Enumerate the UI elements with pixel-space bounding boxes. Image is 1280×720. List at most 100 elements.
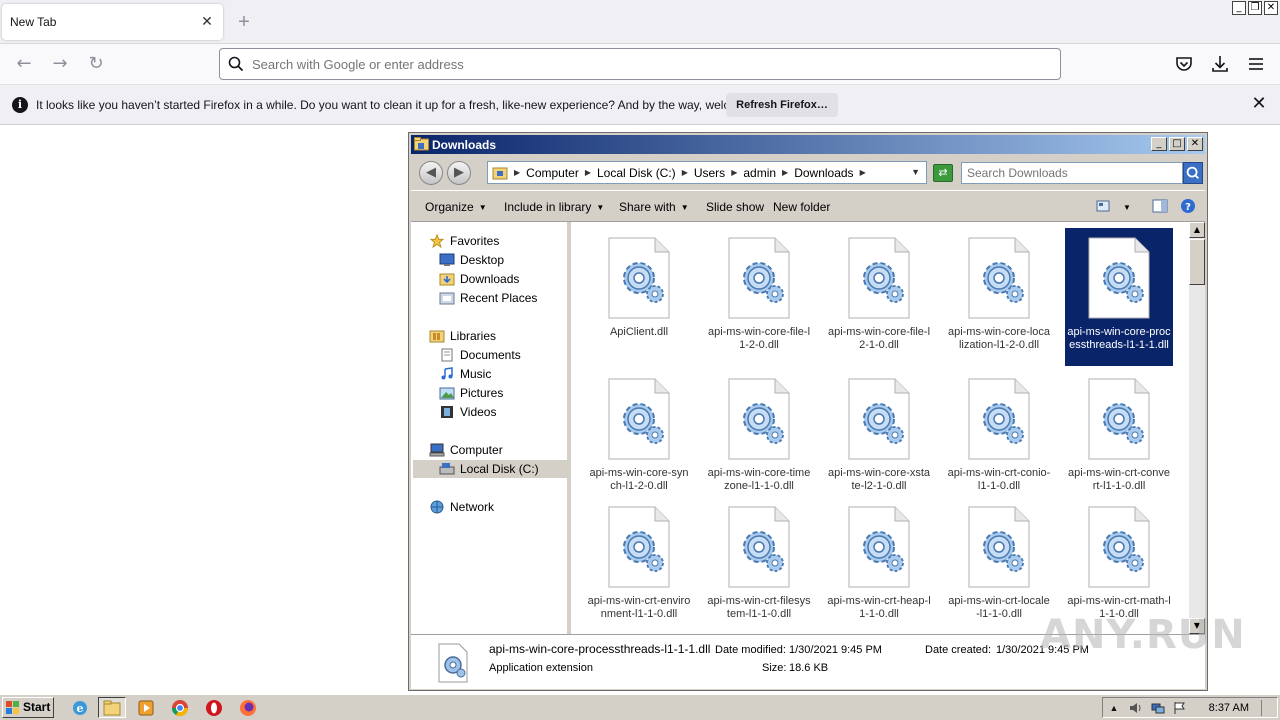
- nav-item-computer[interactable]: Computer: [429, 441, 503, 459]
- file-item[interactable]: api-ms-win-core-localization-l1-2-0.dll: [945, 228, 1053, 366]
- clock[interactable]: 8:37 AM: [1209, 702, 1249, 714]
- taskbar-firefox[interactable]: [234, 697, 262, 718]
- action-center-flag-icon[interactable]: [1173, 701, 1187, 715]
- tab-new-tab[interactable]: New Tab ✕: [2, 4, 223, 40]
- file-item[interactable]: ApiClient.dll: [585, 228, 693, 366]
- new-folder-button[interactable]: New folder: [773, 200, 830, 214]
- scroll-up-icon[interactable]: ▲: [1189, 222, 1205, 238]
- details-size-label: Size:: [762, 662, 787, 674]
- recent-places-icon: [439, 292, 455, 305]
- taskbar-chrome[interactable]: [166, 697, 194, 718]
- include-in-library-button[interactable]: Include in library ▼: [504, 200, 604, 214]
- volume-icon[interactable]: [1129, 701, 1143, 715]
- nav-item-network[interactable]: Network: [429, 498, 494, 516]
- preview-pane-icon[interactable]: [1151, 198, 1169, 214]
- chevron-right-icon[interactable]: ▶: [731, 168, 737, 177]
- chrome-icon: [171, 699, 189, 716]
- file-item[interactable]: api-ms-win-core-file-l2-1-0.dll: [825, 228, 933, 366]
- change-view-icon[interactable]: [1095, 198, 1113, 214]
- explorer-titlebar[interactable]: Downloads _ □ ✕: [411, 135, 1205, 154]
- notification-close-icon[interactable]: ✕: [1250, 95, 1268, 113]
- pocket-icon[interactable]: [1174, 54, 1194, 74]
- opera-icon: [206, 699, 222, 716]
- url-bar[interactable]: [219, 48, 1061, 80]
- explorer-forward-button[interactable]: ▶: [447, 161, 471, 185]
- taskbar-media-player[interactable]: [132, 697, 160, 718]
- nav-item-downloads[interactable]: Downloads: [439, 270, 519, 288]
- vertical-scrollbar[interactable]: ▲ ▼: [1189, 222, 1205, 634]
- refresh-go-button[interactable]: ⇄: [933, 164, 953, 182]
- nav-item-music[interactable]: Music: [439, 365, 491, 383]
- reload-icon[interactable]: ↻: [84, 52, 108, 76]
- help-icon[interactable]: ?: [1179, 198, 1197, 214]
- refresh-firefox-button[interactable]: Refresh Firefox…: [726, 93, 838, 117]
- breadcrumb-local-disk[interactable]: Local Disk (C:): [597, 166, 676, 180]
- nav-item-pictures[interactable]: Pictures: [439, 384, 503, 402]
- chevron-right-icon[interactable]: ▶: [585, 168, 591, 177]
- file-item[interactable]: api-ms-win-crt-conio-l1-1-0.dll: [945, 369, 1053, 507]
- organize-button[interactable]: Organize ▼: [425, 200, 487, 214]
- nav-item-local-disk[interactable]: Local Disk (C:): [413, 460, 567, 478]
- taskbar-opera[interactable]: [200, 697, 228, 718]
- nav-item-videos[interactable]: Videos: [439, 403, 496, 421]
- forward-arrow-icon[interactable]: →: [48, 52, 72, 76]
- explorer-search-input[interactable]: [961, 162, 1183, 184]
- hamburger-menu-icon[interactable]: [1246, 54, 1266, 74]
- nav-item-desktop[interactable]: Desktop: [439, 251, 504, 269]
- url-input[interactable]: [252, 49, 1052, 79]
- address-dropdown-icon[interactable]: ▼: [911, 167, 920, 177]
- file-item[interactable]: api-ms-win-core-timezone-l1-1-0.dll: [705, 369, 813, 507]
- file-item[interactable]: api-ms-win-core-processthreads-l1-1-1.dl…: [1065, 228, 1173, 366]
- breadcrumb-admin[interactable]: admin: [743, 166, 776, 180]
- file-item[interactable]: api-ms-win-core-xstate-l2-1-0.dll: [825, 369, 933, 507]
- chevron-right-icon[interactable]: ▶: [682, 168, 688, 177]
- minimize-button[interactable]: _: [1232, 1, 1246, 15]
- tab-close-icon[interactable]: ✕: [199, 13, 215, 29]
- search-icon[interactable]: [1183, 162, 1203, 184]
- breadcrumb-users[interactable]: Users: [694, 166, 725, 180]
- nav-item-libraries[interactable]: Libraries: [429, 327, 496, 345]
- breadcrumb-computer[interactable]: Computer: [526, 166, 579, 180]
- system-tray: ▲ 8:37 AM: [1102, 697, 1278, 718]
- file-item[interactable]: api-ms-win-crt-convert-l1-1-0.dll: [1065, 369, 1173, 507]
- file-name: api-ms-win-core-processthreads-l1-1-1.dl…: [1067, 326, 1171, 351]
- network-tray-icon[interactable]: [1151, 701, 1165, 715]
- new-tab-button[interactable]: +: [234, 11, 254, 33]
- chevron-right-icon[interactable]: ▶: [782, 168, 788, 177]
- file-item[interactable]: api-ms-win-core-synch-l1-2-0.dll: [585, 369, 693, 507]
- breadcrumb-downloads[interactable]: Downloads: [794, 166, 853, 180]
- back-arrow-icon[interactable]: ←: [12, 52, 36, 76]
- slide-show-button[interactable]: Slide show: [706, 200, 764, 214]
- dll-file-icon: [848, 506, 910, 588]
- file-item[interactable]: api-ms-win-core-file-l1-2-0.dll: [705, 228, 813, 366]
- chevron-right-icon[interactable]: ▶: [860, 168, 866, 177]
- address-breadcrumb[interactable]: ▶ Computer ▶ Local Disk (C:) ▶ Users ▶ a…: [487, 161, 927, 184]
- explorer-minimize-button[interactable]: _: [1151, 137, 1167, 151]
- explorer-close-button[interactable]: ✕: [1187, 137, 1203, 151]
- show-desktop-button[interactable]: [1261, 700, 1275, 716]
- taskbar-internet-explorer[interactable]: e: [66, 697, 94, 718]
- nav-item-favorites[interactable]: Favorites: [429, 232, 499, 250]
- close-window-button[interactable]: ✕: [1264, 1, 1278, 15]
- start-button[interactable]: Start: [2, 697, 54, 718]
- file-item[interactable]: api-ms-win-crt-locale-l1-1-0.dll: [945, 497, 1053, 634]
- downloads-icon[interactable]: [1210, 54, 1230, 74]
- nav-item-documents[interactable]: Documents: [439, 346, 521, 364]
- taskbar-windows-explorer[interactable]: [98, 697, 126, 718]
- nav-item-recent-places[interactable]: Recent Places: [439, 289, 537, 307]
- browser-tab-strip: New Tab ✕ + _ ❐ ✕: [0, 0, 1280, 44]
- file-item[interactable]: api-ms-win-crt-environment-l1-1-0.dll: [585, 497, 693, 634]
- scrollbar-thumb[interactable]: [1189, 239, 1205, 285]
- explorer-back-button[interactable]: ◀: [419, 161, 443, 185]
- share-with-button[interactable]: Share with ▼: [619, 200, 689, 214]
- view-dropdown-arrow-icon[interactable]: ▼: [1123, 200, 1131, 214]
- explorer-command-bar: Organize ▼ Include in library ▼ Share with…: [411, 190, 1205, 222]
- firefox-icon: [240, 699, 256, 716]
- file-item[interactable]: api-ms-win-crt-heap-l1-1-0.dll: [825, 497, 933, 634]
- file-item[interactable]: api-ms-win-crt-filesystem-l1-1-0.dll: [705, 497, 813, 634]
- chevron-right-icon[interactable]: ▶: [514, 168, 520, 177]
- dropdown-arrow-icon: ▼: [680, 203, 689, 212]
- restore-button[interactable]: ❐: [1248, 1, 1262, 15]
- explorer-maximize-button[interactable]: □: [1169, 137, 1185, 151]
- show-hidden-icons-icon[interactable]: ▲: [1107, 701, 1121, 715]
